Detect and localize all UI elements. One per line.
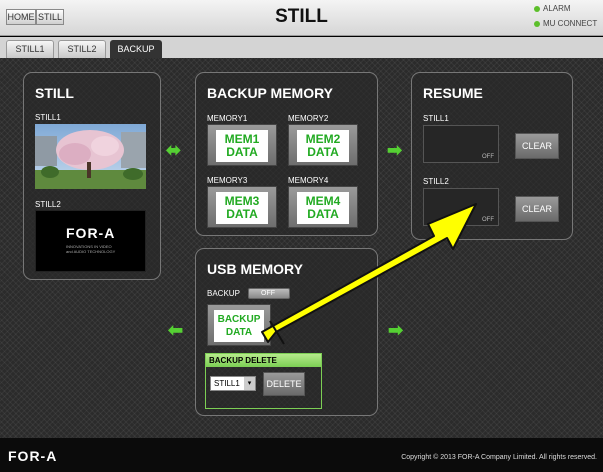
mu-connect-indicator-icon (534, 20, 540, 27)
resume-title: RESUME (423, 85, 483, 101)
memory2-label: MEMORY2 (288, 114, 329, 123)
memory4-data-label: MEM4 DATA (297, 192, 349, 224)
usb-backup-line1: BACKUP (217, 314, 261, 325)
usb-backup-label: BACKUP (207, 289, 240, 298)
footer-logo-text: FOR-A (8, 448, 58, 464)
still2-label: STILL2 (35, 200, 61, 209)
still1-thumbnail[interactable] (35, 124, 146, 189)
memory4-label: MEMORY4 (288, 176, 329, 185)
backup-delete-header: BACKUP DELETE (206, 354, 321, 367)
resume-still2-off: OFF (482, 217, 494, 223)
alarm-label: ALARM (543, 4, 571, 13)
clear-still1-button[interactable]: CLEAR (515, 133, 559, 159)
arrow-left-right-icon: ⬌ (166, 140, 182, 160)
memory2-line2: DATA (307, 145, 339, 159)
arrow-right-icon-usb: ➡ (388, 320, 404, 340)
backup-memory-panel: BACKUP MEMORY MEMORY1 MEMORY2 MEM1 DATA M… (195, 72, 378, 236)
fora-logo-tagline-2: and AUDIO TECHNOLOGY (66, 249, 116, 254)
resume-still2-slot: OFF (423, 188, 499, 226)
alarm-indicator-icon (534, 5, 540, 12)
usb-backup-line2: DATA (225, 327, 253, 338)
mu-connect-label: MU CONNECT (543, 19, 598, 28)
still-select[interactable]: STILL1 ▾ (210, 376, 256, 391)
usb-memory-title: USB MEMORY (207, 261, 303, 277)
still-panel-title: STILL (35, 85, 74, 101)
cherry-blossom-image (35, 124, 146, 189)
usb-memory-panel: USB MEMORY BACKUP OFF BACKUP DATA BACKUP … (195, 248, 378, 416)
memory1-label: MEMORY1 (207, 114, 248, 123)
clear-still2-button[interactable]: CLEAR (515, 196, 559, 222)
main-area: STILL STILL1 STILL2 FOR-A INNOVATIONS IN… (0, 58, 603, 438)
resume-still1-off: OFF (482, 154, 494, 160)
copyright-text: Copyright © 2013 FOR-A Company Limited. … (401, 454, 597, 461)
memory3-line1: MEM3 (224, 194, 260, 208)
memory1-line2: DATA (226, 145, 258, 159)
still1-label: STILL1 (35, 113, 61, 122)
tab-bar: STILL1 STILL2 BACKUP (0, 37, 603, 58)
alarm-status: ALARM (534, 4, 571, 13)
resume-panel: RESUME STILL1 OFF CLEAR STILL2 OFF CLEAR (411, 72, 573, 240)
fora-logo: FOR-A (66, 225, 115, 241)
arrow-right-icon: ➡ (387, 140, 403, 160)
still-panel: STILL STILL1 STILL2 FOR-A INNOVATIONS IN… (23, 72, 161, 280)
memory1-button[interactable]: MEM1 DATA (207, 124, 277, 166)
memory2-data-label: MEM2 DATA (297, 130, 349, 162)
tab-still1[interactable]: STILL1 (6, 40, 54, 58)
footer: FOR-A Copyright © 2013 FOR-A Company Lim… (0, 438, 603, 472)
backup-toggle-label: OFF (261, 290, 275, 297)
memory3-label: MEMORY3 (207, 176, 248, 185)
memory4-button[interactable]: MEM4 DATA (288, 186, 358, 228)
usb-backup-data-label: BACKUP DATA (214, 310, 264, 342)
backup-delete-box: BACKUP DELETE STILL1 ▾ DELETE (205, 353, 322, 409)
memory3-data-label: MEM3 DATA (216, 192, 268, 224)
resume-still2-label: STILL2 (423, 177, 449, 186)
fora-logo-text: FOR-A (66, 225, 116, 241)
still2-thumbnail[interactable]: FOR-A INNOVATIONS IN VIDEO and AUDIO TEC… (35, 210, 146, 272)
top-bar: HOME STILL STILL ALARM MU CONNECT (0, 0, 603, 36)
memory4-line1: MEM4 (305, 194, 341, 208)
usb-backup-data-button[interactable]: BACKUP DATA (207, 304, 271, 346)
mu-connect-status: MU CONNECT (534, 19, 597, 28)
delete-button[interactable]: DELETE (263, 372, 305, 396)
chevron-down-icon: ▾ (244, 377, 255, 390)
footer-logo: FOR-A (8, 448, 57, 464)
still-select-value: STILL1 (214, 379, 240, 388)
memory4-line2: DATA (307, 207, 339, 221)
tab-still2[interactable]: STILL2 (58, 40, 106, 58)
resume-still1-slot: OFF (423, 125, 499, 163)
fora-logo-tagline: INNOVATIONS IN VIDEO and AUDIO TECHNOLOG… (66, 244, 115, 254)
memory2-line1: MEM2 (305, 132, 341, 146)
memory1-line1: MEM1 (224, 132, 260, 146)
memory3-button[interactable]: MEM3 DATA (207, 186, 277, 228)
memory2-button[interactable]: MEM2 DATA (288, 124, 358, 166)
backup-memory-title: BACKUP MEMORY (207, 85, 334, 101)
page-title: STILL (275, 6, 328, 27)
memory1-data-label: MEM1 DATA (216, 130, 268, 162)
arrow-left-icon: ⬅ (168, 320, 184, 340)
resume-still1-label: STILL1 (423, 114, 449, 123)
memory3-line2: DATA (226, 207, 258, 221)
tab-backup[interactable]: BACKUP (110, 40, 162, 58)
backup-toggle[interactable]: OFF (248, 288, 290, 299)
